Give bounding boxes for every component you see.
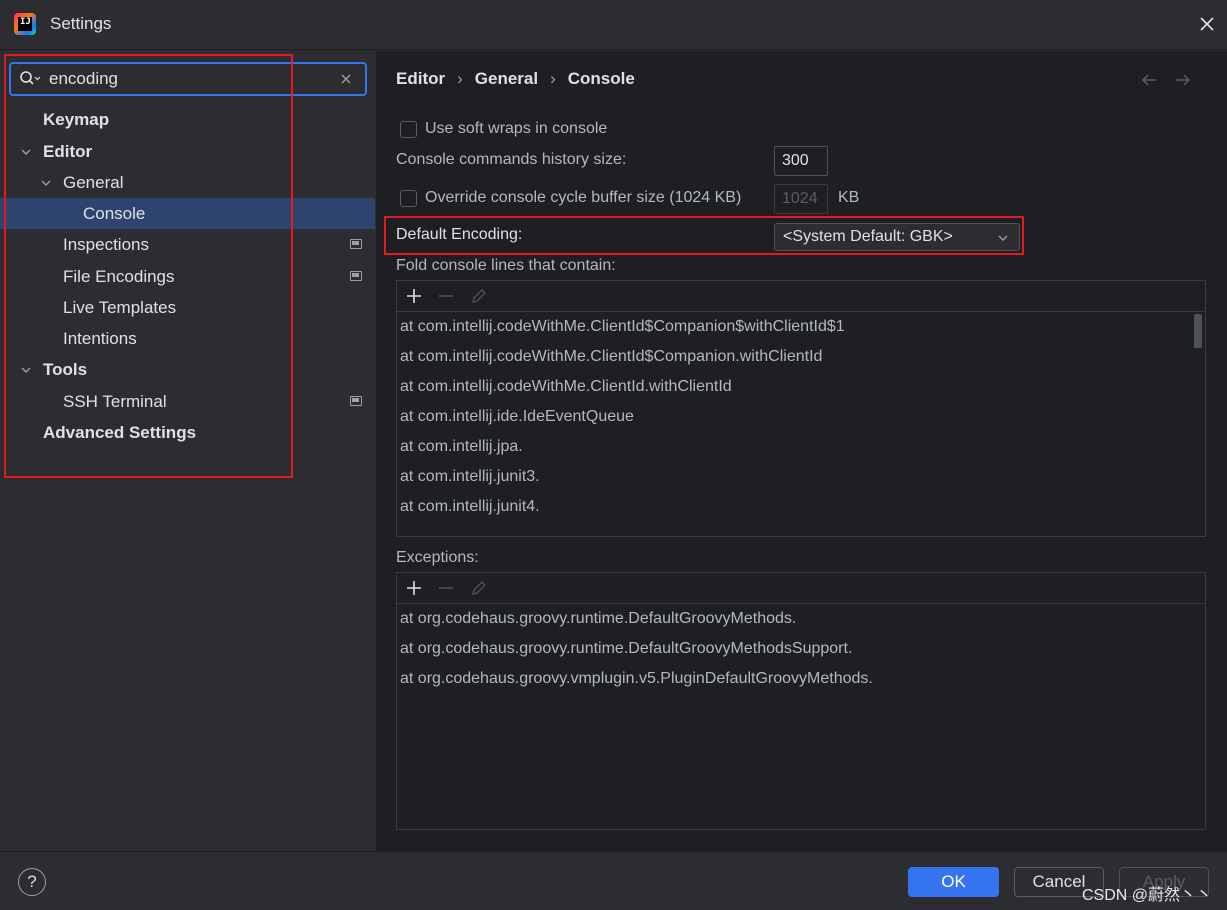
- tree-item-console[interactable]: Console: [0, 198, 375, 229]
- breadcrumb-item[interactable]: General: [475, 69, 538, 89]
- settings-sidebar: Keymap Editor General Console Inspection…: [0, 51, 375, 851]
- tree-item-label: Keymap: [43, 109, 110, 129]
- window-title: Settings: [50, 14, 112, 33]
- help-button[interactable]: ?: [18, 868, 46, 896]
- settings-content: Editor › General › Console Use soft wrap…: [376, 51, 1227, 851]
- fold-lines-list[interactable]: at com.intellij.codeWithMe.ClientId$Comp…: [397, 312, 1205, 522]
- breadcrumb-item[interactable]: Console: [568, 69, 635, 89]
- fold-lines-panel: at com.intellij.codeWithMe.ClientId$Comp…: [396, 280, 1206, 537]
- breadcrumb-item[interactable]: Editor: [396, 69, 445, 89]
- project-settings-icon: [350, 239, 362, 249]
- exceptions-toolbar: [397, 573, 1205, 604]
- tree-item-label: Console: [83, 203, 146, 223]
- tree-item-label: Intentions: [63, 328, 137, 348]
- tree-item-advanced-settings[interactable]: Advanced Settings: [0, 417, 375, 448]
- chevron-down-icon[interactable]: [40, 177, 52, 189]
- add-icon[interactable]: [405, 579, 423, 597]
- exceptions-panel: at org.codehaus.groovy.runtime.DefaultGr…: [396, 572, 1206, 830]
- tree-item-intentions[interactable]: Intentions: [0, 323, 375, 354]
- title-bar: IJ Settings: [0, 0, 1227, 50]
- exceptions-label: Exceptions:: [396, 549, 479, 566]
- tree-item-label: General: [63, 172, 124, 192]
- list-item[interactable]: at com.intellij.codeWithMe.ClientId.with…: [397, 372, 1205, 402]
- forward-arrow-icon[interactable]: [1174, 71, 1192, 89]
- search-input[interactable]: [49, 68, 329, 90]
- override-buffer-label: Override console cycle buffer size (1024…: [425, 189, 742, 206]
- csdn-watermark: CSDN @蔚然丶丶: [1082, 887, 1213, 904]
- ok-button[interactable]: OK: [908, 867, 999, 897]
- fold-lines-label: Fold console lines that contain:: [396, 257, 616, 274]
- tree-item-tools[interactable]: Tools: [0, 354, 375, 385]
- chevron-down-icon[interactable]: [20, 146, 32, 158]
- list-item[interactable]: at com.intellij.jpa.: [397, 432, 1205, 462]
- fold-lines-toolbar: [397, 281, 1205, 312]
- tree-item-live-templates[interactable]: Live Templates: [0, 292, 375, 323]
- chevron-down-icon[interactable]: [20, 364, 32, 376]
- default-encoding-label: Default Encoding:: [396, 226, 523, 243]
- project-settings-icon: [350, 271, 362, 281]
- list-item[interactable]: at org.codehaus.groovy.runtime.DefaultGr…: [397, 634, 1205, 664]
- close-icon[interactable]: [1196, 13, 1218, 35]
- breadcrumb-separator: ›: [457, 69, 463, 88]
- tree-item-label: File Encodings: [63, 266, 175, 286]
- breadcrumb: Editor › General › Console: [396, 69, 635, 89]
- list-item[interactable]: at com.intellij.codeWithMe.ClientId$Comp…: [397, 312, 1205, 342]
- history-navigation: [1140, 71, 1192, 89]
- list-item[interactable]: at com.intellij.codeWithMe.ClientId$Comp…: [397, 342, 1205, 372]
- buffer-unit-label: KB: [838, 189, 860, 206]
- project-settings-icon: [350, 396, 362, 406]
- tree-item-label: Tools: [43, 359, 88, 379]
- breadcrumb-separator: ›: [550, 69, 556, 88]
- clear-search-icon[interactable]: [339, 72, 353, 86]
- remove-icon[interactable]: [437, 287, 455, 305]
- list-item[interactable]: at org.codehaus.groovy.runtime.DefaultGr…: [397, 604, 1205, 634]
- override-buffer-checkbox[interactable]: [400, 190, 417, 207]
- tree-item-inspections[interactable]: Inspections: [0, 229, 375, 260]
- tree-item-label: SSH Terminal: [63, 391, 167, 411]
- list-item[interactable]: at com.intellij.junit3.: [397, 462, 1205, 492]
- edit-icon[interactable]: [470, 287, 488, 305]
- tree-item-file-encodings[interactable]: File Encodings: [0, 261, 375, 292]
- settings-search[interactable]: [9, 62, 367, 96]
- buffer-size-field[interactable]: 1024: [774, 184, 828, 214]
- soft-wraps-label: Use soft wraps in console: [425, 120, 608, 137]
- remove-icon[interactable]: [437, 579, 455, 597]
- exceptions-list[interactable]: at org.codehaus.groovy.runtime.DefaultGr…: [397, 604, 1205, 694]
- history-size-label: Console commands history size:: [396, 151, 627, 168]
- back-arrow-icon[interactable]: [1140, 71, 1158, 89]
- dialog-footer: ? OK Cancel Apply CSDN @蔚然丶丶: [0, 851, 1227, 910]
- tree-item-label: Inspections: [63, 234, 149, 254]
- chevron-down-icon: [998, 235, 1008, 241]
- tree-item-ssh-terminal[interactable]: SSH Terminal: [0, 386, 375, 417]
- tree-item-editor[interactable]: Editor: [0, 136, 375, 167]
- scrollbar[interactable]: [1194, 314, 1202, 348]
- tree-item-label: Live Templates: [63, 297, 177, 317]
- add-icon[interactable]: [405, 287, 423, 305]
- default-encoding-value: <System Default: GBK>: [783, 228, 953, 245]
- intellij-logo-icon: IJ: [14, 13, 36, 35]
- list-item[interactable]: at com.intellij.ide.IdeEventQueue: [397, 402, 1205, 432]
- edit-icon[interactable]: [470, 579, 488, 597]
- tree-item-label: Advanced Settings: [43, 422, 197, 442]
- tree-item-label: Editor: [43, 141, 93, 161]
- tree-item-general[interactable]: General: [0, 167, 375, 198]
- list-item[interactable]: at org.codehaus.groovy.vmplugin.v5.Plugi…: [397, 664, 1205, 694]
- default-encoding-select[interactable]: <System Default: GBK>: [774, 223, 1020, 251]
- list-item[interactable]: at com.intellij.junit4.: [397, 492, 1205, 522]
- search-icon[interactable]: [19, 70, 41, 88]
- history-size-field[interactable]: 300: [774, 146, 828, 176]
- soft-wraps-checkbox[interactable]: [400, 121, 417, 138]
- tree-item-keymap[interactable]: Keymap: [0, 104, 375, 135]
